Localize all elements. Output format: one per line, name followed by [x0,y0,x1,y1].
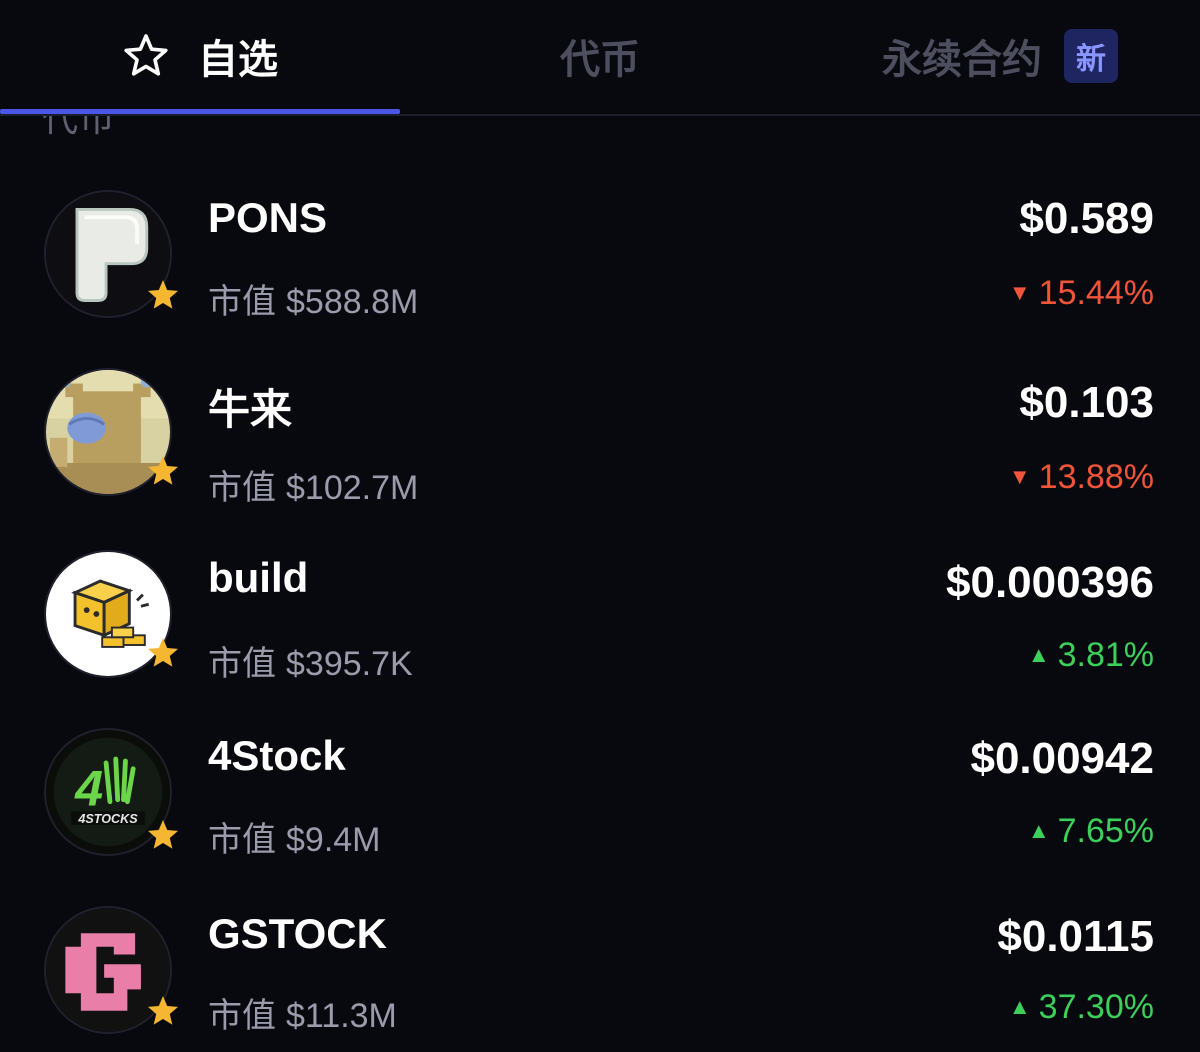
favorite-star-icon[interactable] [146,636,180,670]
market-cap-value: $102.7M [286,469,419,507]
market-cap: 市值 $102.7M [208,460,418,509]
price-change-value: 13.88% [1038,458,1154,496]
token-name: build [208,554,309,601]
arrow-down-icon: ▼ [1008,280,1031,305]
token-row-pons[interactable]: PONS 市值 $588.8M $0.589 ▼ 15.44% [0,150,1200,323]
token-price: $0.589 [1019,194,1154,243]
active-tab-indicator [0,109,400,114]
tab-perpetuals[interactable]: 永续合约 新 [800,0,1200,112]
token-price: $0.103 [1019,378,1154,427]
token-name: 牛来 [208,386,293,433]
arrow-up-icon: ▲ [1027,818,1050,843]
tab-bar: 自选 代币 永续合约 新 [0,0,1200,116]
price-change: ▲ 37.30% [1009,988,1154,1027]
arrow-up-icon: ▲ [1008,994,1031,1019]
price-change-value: 3.81% [1057,636,1154,674]
section-header: 代币 [0,116,1200,136]
market-cap-label: 市值 [208,469,276,507]
market-cap-value: $11.3M [286,997,397,1035]
favorite-star-icon[interactable] [146,818,180,852]
tab-tokens[interactable]: 代币 [400,0,800,112]
market-cap-value: $9.4M [286,821,381,859]
tab-perpetuals-label: 永续合约 [882,38,1042,82]
token-row-gstock[interactable]: GSTOCK 市值 $11.3M $0.0115 ▲ 37.30% [0,870,1200,1040]
price-change: ▲ 3.81% [1028,636,1154,675]
market-cap: 市值 $395.7K [208,636,413,685]
watchlist-screen: 自选 代币 永续合约 新 代币 PONS [0,0,1200,1052]
token-row-build[interactable]: build 市值 $395.7K $0.000396 ▲ 3.81% [0,510,1200,683]
tab-tokens-label: 代币 [560,38,640,82]
price-change-value: 15.44% [1038,274,1154,312]
new-badge: 新 [1064,29,1118,83]
market-cap-label: 市值 [208,283,276,321]
price-change-value: 7.65% [1057,812,1154,850]
arrow-down-icon: ▼ [1008,464,1031,489]
market-cap-value: $588.8M [286,283,419,321]
favorite-star-icon[interactable] [146,994,180,1028]
token-name: 4Stock [208,732,346,779]
market-cap: 市值 $588.8M [208,274,418,323]
market-cap-label: 市值 [208,645,276,683]
arrow-up-icon: ▲ [1027,642,1050,667]
tab-watchlist[interactable]: 自选 [0,0,400,112]
token-row-4stock[interactable]: 4 4STOCKS 4Stock 市值 $9.4M $0.00942 ▲ 7.65% [0,690,1200,860]
tab-watchlist-label: 自选 [198,38,278,82]
star-outline-icon [124,34,168,76]
market-cap-label: 市值 [208,997,276,1035]
token-name: PONS [208,194,328,241]
price-change: ▼ 15.44% [1009,274,1154,313]
token-price: $0.0115 [997,912,1154,961]
svg-text:4: 4 [74,760,103,817]
price-change: ▼ 13.88% [1009,458,1154,497]
price-change-value: 37.30% [1038,988,1154,1026]
price-change: ▲ 7.65% [1028,812,1154,851]
market-cap: 市值 $11.3M [208,988,397,1037]
section-label: 代币 [42,116,116,136]
token-price: $0.000396 [946,558,1154,607]
favorite-star-icon[interactable] [146,278,180,312]
token-price: $0.00942 [970,734,1154,783]
token-row-niulai[interactable]: 牛来 市值 $102.7M $0.103 ▼ 13.88% [0,330,1200,507]
market-cap-label: 市值 [208,821,276,859]
favorite-star-icon[interactable] [146,454,180,488]
market-cap: 市值 $9.4M [208,812,381,861]
token-name: GSTOCK [208,910,387,957]
svg-text:4STOCKS: 4STOCKS [77,812,138,826]
market-cap-value: $395.7K [286,645,413,683]
